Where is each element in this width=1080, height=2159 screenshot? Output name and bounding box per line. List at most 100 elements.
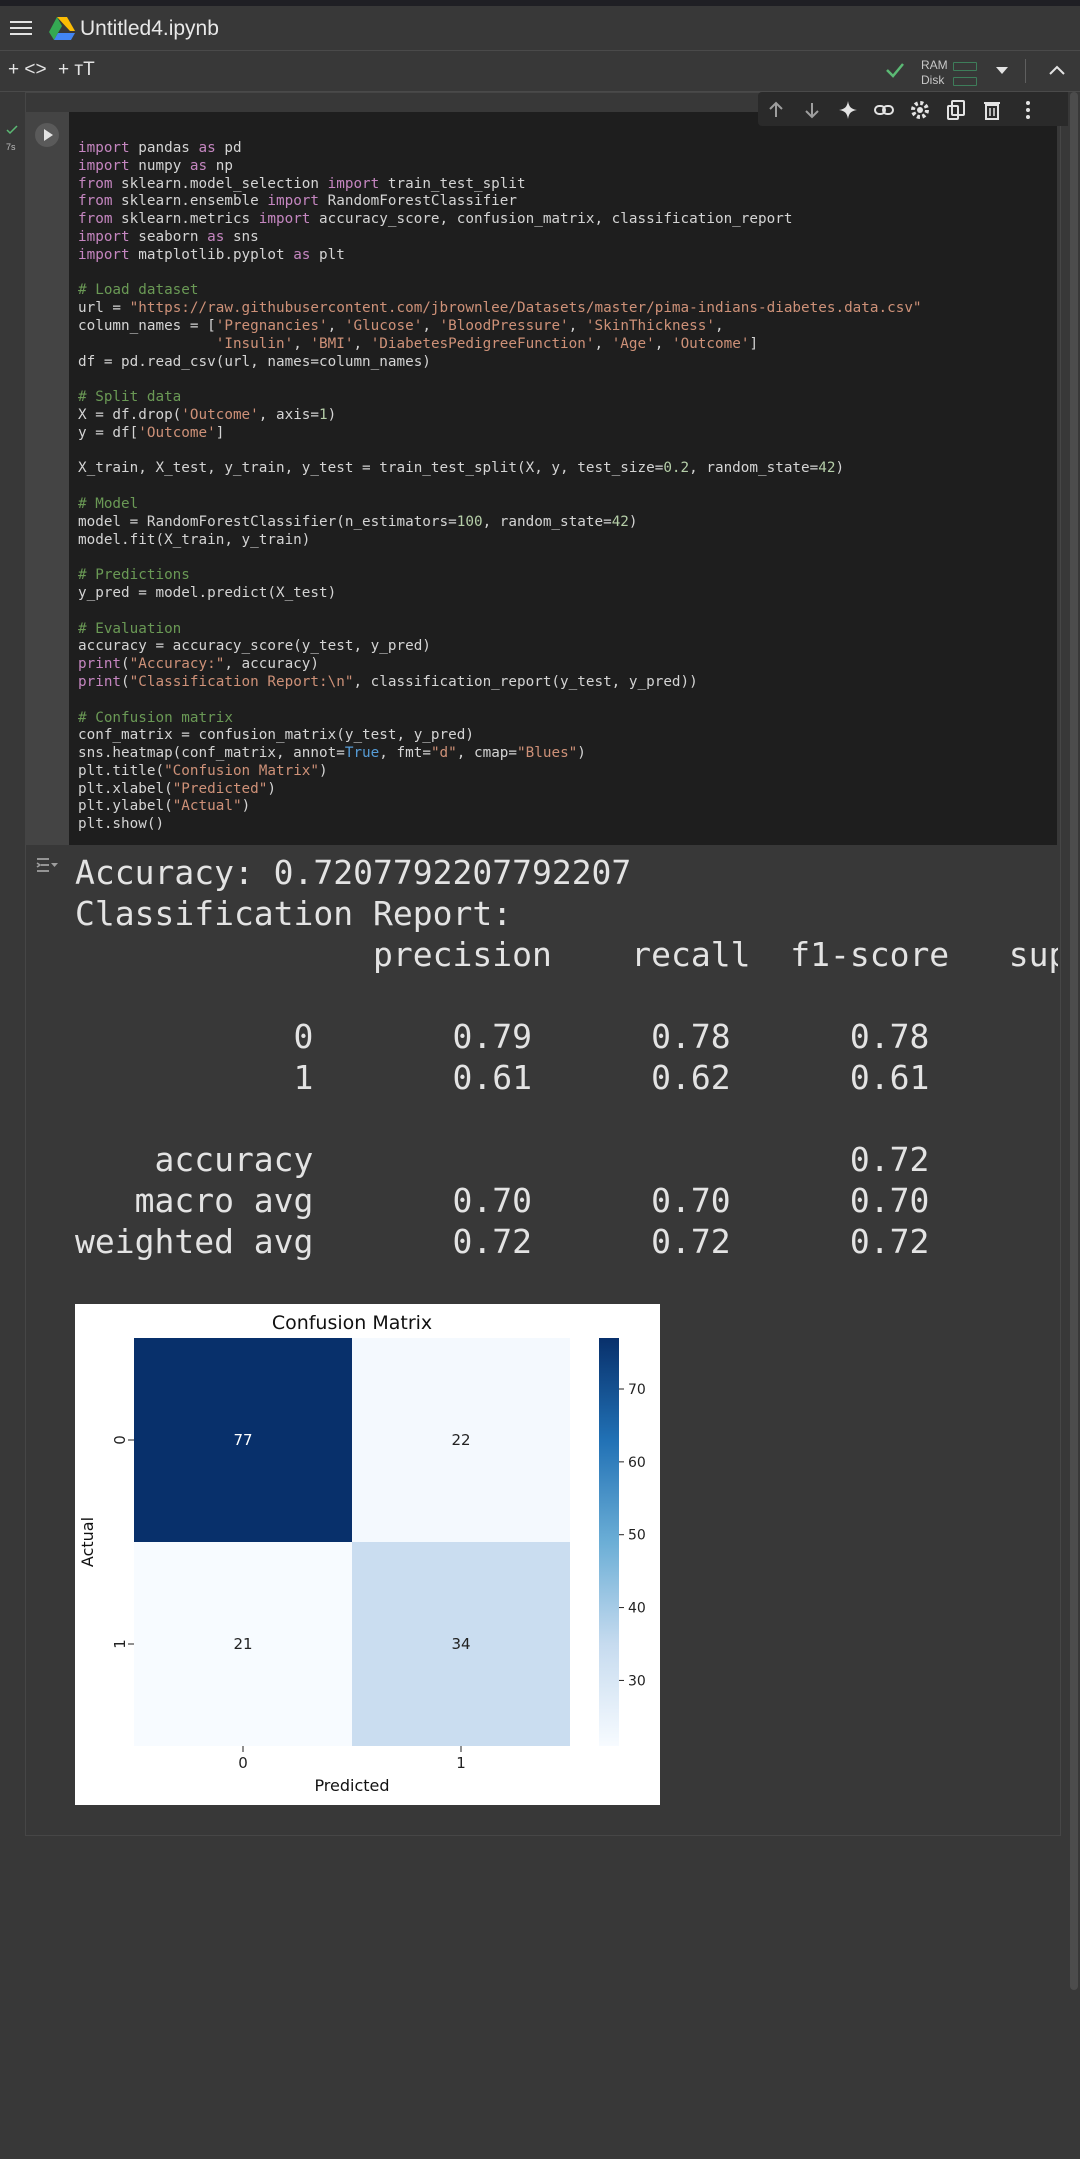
code-line: accuracy = accuracy_score(y_test, y_pred… xyxy=(78,638,431,655)
add-code-cell-button[interactable]: + <> xyxy=(8,59,47,81)
code-line: from sklearn.metrics import accuracy_sco… xyxy=(78,211,793,228)
move-down-icon[interactable] xyxy=(800,98,824,122)
y-tick-label: 1 xyxy=(111,1639,129,1649)
output-line: Accuracy: 0.7207792207792207 xyxy=(75,853,632,892)
cell-value-label: 77 xyxy=(233,1431,252,1449)
output-line: 1 0.61 0.62 0.61 xyxy=(75,1058,930,1097)
link-icon[interactable] xyxy=(872,98,896,122)
code-line: # Model xyxy=(78,495,139,512)
add-text-cell-button[interactable]: + тT xyxy=(58,59,95,81)
code-line: 'Insulin', 'BMI', 'DiabetesPedigreeFunct… xyxy=(215,335,759,352)
disk-usage-bar xyxy=(953,77,977,86)
code-line: model = RandomForestClassifier(n_estimat… xyxy=(78,513,638,530)
code-line: import numpy as np xyxy=(78,157,233,174)
output-line: precision recall f1-score sup xyxy=(75,935,1058,974)
code-line: y_pred = model.predict(X_test) xyxy=(78,584,337,601)
chart-title: Confusion Matrix xyxy=(272,1312,432,1334)
code-line: url = "https://raw.githubusercontent.com… xyxy=(78,300,922,317)
code-line: conf_matrix = confusion_matrix(y_test, y… xyxy=(78,727,474,744)
connected-check-icon xyxy=(886,63,904,78)
output-line: weighted avg 0.72 0.72 0.72 xyxy=(75,1222,930,1261)
code-line: df = pd.read_csv(url, names=column_names… xyxy=(78,353,431,370)
toolbar-divider xyxy=(1025,59,1026,83)
colorbar-tick-label: 60 xyxy=(628,1455,646,1471)
code-text: import pandas as pd import numpy as np fro… xyxy=(78,140,922,834)
ram-usage-bar xyxy=(953,62,977,71)
colorbar-tick-label: 70 xyxy=(628,1382,646,1398)
colorbar-tick-label: 30 xyxy=(628,1673,646,1689)
code-line: # Split data xyxy=(78,389,182,406)
scrollbar-thumb[interactable] xyxy=(1070,92,1078,1990)
code-line: plt.xlabel("Predicted") xyxy=(78,780,276,797)
execution-status: 7s xyxy=(6,122,22,152)
colorbar-tick-label: 40 xyxy=(628,1601,646,1617)
disk-label: Disk xyxy=(921,73,945,87)
code-line: print("Classification Report:\n", classi… xyxy=(78,673,698,690)
code-line: # Confusion matrix xyxy=(78,709,233,726)
code-line: y = df['Outcome'] xyxy=(78,424,225,441)
x-tick-label: 0 xyxy=(238,1754,248,1772)
code-line: plt.ylabel("Actual") xyxy=(78,798,251,815)
mirror-cell-icon[interactable] xyxy=(944,98,968,122)
code-line: import matplotlib.pyplot as plt xyxy=(78,246,345,263)
code-line: X_train, X_test, y_train, y_test = train… xyxy=(78,460,845,477)
chevron-down-icon[interactable] xyxy=(995,65,1009,75)
code-line: sns.heatmap(conf_matrix, annot=True, fmt… xyxy=(78,745,586,762)
cell-value-label: 21 xyxy=(233,1635,252,1653)
google-drive-icon xyxy=(49,17,75,40)
title-bar: Untitled4.ipynb xyxy=(0,6,1080,50)
menu-icon[interactable] xyxy=(10,18,32,36)
cell-gutter xyxy=(25,112,69,845)
code-line: column_names = ['Pregnancies', 'Glucose'… xyxy=(78,317,724,334)
output-actions-icon[interactable] xyxy=(35,855,59,875)
run-cell-button[interactable] xyxy=(35,123,59,147)
ram-label: RAM xyxy=(921,58,948,72)
x-axis-label: Predicted xyxy=(314,1776,389,1795)
code-line: plt.show() xyxy=(78,816,165,833)
code-line: import seaborn as sns xyxy=(78,228,259,245)
execution-time: 7s xyxy=(6,142,16,152)
output-text: Accuracy: 0.7207792207792207 Classificati… xyxy=(75,852,1058,1262)
cell-value-label: 22 xyxy=(451,1431,470,1449)
output-line: Classification Report: xyxy=(75,894,513,933)
output-line: 0 0.79 0.78 0.78 xyxy=(75,1017,930,1056)
output-line: macro avg 0.70 0.70 0.70 xyxy=(75,1181,930,1220)
gemini-sparkle-icon[interactable] xyxy=(836,98,860,122)
code-line: print("Accuracy:", accuracy) xyxy=(78,656,320,673)
y-tick-label: 0 xyxy=(111,1435,129,1445)
more-options-icon[interactable] xyxy=(1016,98,1040,122)
cell-value-label: 34 xyxy=(451,1635,470,1653)
confusion-matrix-chart: Confusion Matrix 77 22 21 34 0 1 0 1 Predicted Act… xyxy=(78,1312,646,1795)
move-up-icon[interactable] xyxy=(764,98,788,122)
notebook-title[interactable]: Untitled4.ipynb xyxy=(80,17,219,41)
executed-check-icon xyxy=(6,125,18,135)
colorbar xyxy=(599,1338,619,1746)
collapse-chevron-up-icon[interactable] xyxy=(1048,63,1066,77)
colorbar-tick-label: 50 xyxy=(628,1528,646,1544)
code-line: from sklearn.model_selection import trai… xyxy=(78,175,526,192)
code-line: X = df.drop('Outcome', axis=1) xyxy=(78,406,337,423)
delete-icon[interactable] xyxy=(980,98,1004,122)
code-line: model.fit(X_train, y_train) xyxy=(78,531,311,548)
code-line: # Evaluation xyxy=(78,620,182,637)
y-axis-label: Actual xyxy=(78,1517,97,1567)
code-line: # Load dataset xyxy=(78,282,199,299)
settings-gear-icon[interactable] xyxy=(908,98,932,122)
code-line: plt.title("Confusion Matrix") xyxy=(78,762,328,779)
x-tick-label: 1 xyxy=(456,1754,466,1772)
resources-indicator[interactable]: RAM Disk xyxy=(885,55,1000,87)
confusion-matrix-plot: Confusion Matrix 77 22 21 34 0 1 0 1 Predicted Act… xyxy=(75,1304,660,1805)
code-line: # Predictions xyxy=(78,567,190,584)
cell-toolbar xyxy=(758,92,1078,126)
code-line: import pandas as pd xyxy=(78,140,242,156)
code-line: from sklearn.ensemble import RandomFores… xyxy=(78,193,518,210)
